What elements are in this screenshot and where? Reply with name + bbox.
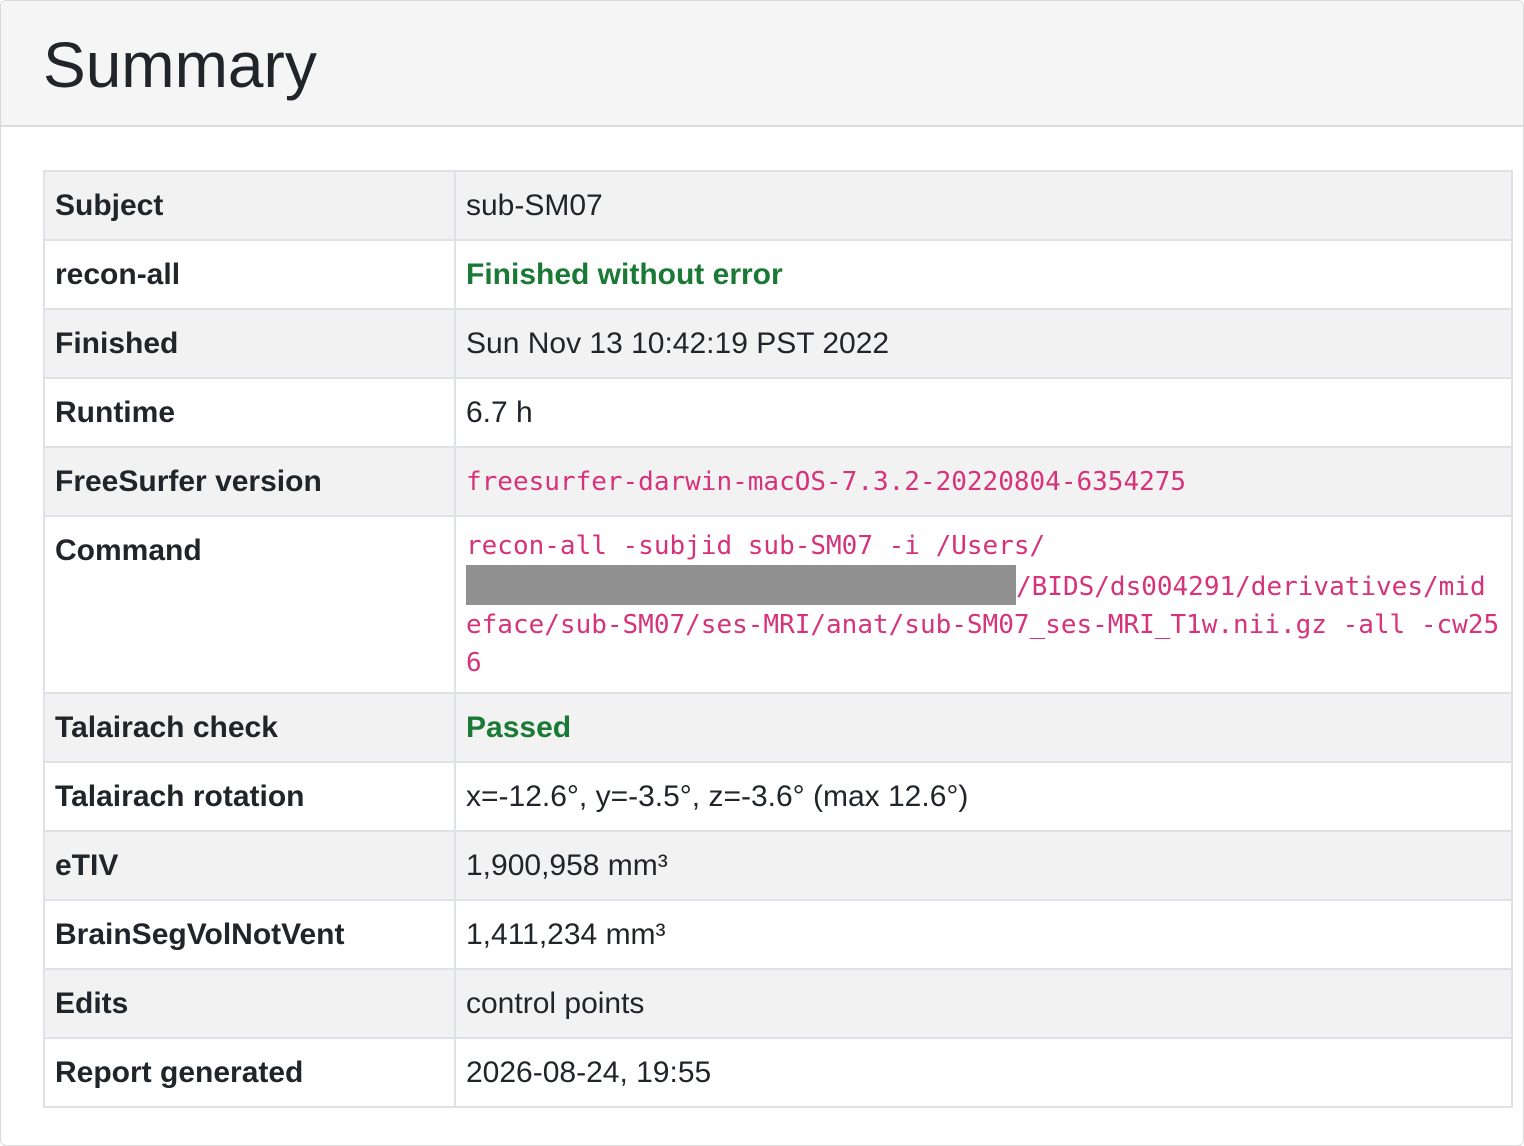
status-success: Finished without error (466, 257, 783, 291)
row-value: sub-SM07 (454, 170, 1513, 241)
row-key: BrainSegVolNotVent (43, 899, 456, 970)
table-row: Talairach check Passed (43, 692, 1513, 763)
row-key: Subject (43, 170, 456, 241)
row-key: Edits (43, 968, 456, 1039)
redaction-block (466, 565, 1016, 605)
command-code: recon-all -subjid sub-SM07 -i /Users//BI… (466, 517, 1501, 692)
table-row: Talairach rotation x=-12.6°, y=-3.5°, z=… (43, 761, 1513, 832)
table-row: Command recon-all -subjid sub-SM07 -i /U… (43, 515, 1513, 694)
row-value: freesurfer-darwin-macOS-7.3.2-20220804-6… (454, 446, 1513, 517)
row-value: 1,900,958 mm³ (454, 830, 1513, 901)
row-key: Command (43, 515, 456, 694)
card-header: Summary (1, 1, 1523, 127)
table-row: FreeSurfer version freesurfer-darwin-mac… (43, 446, 1513, 517)
command-prefix: recon-all -subjid sub-SM07 -i /Users/ (466, 531, 1046, 561)
summary-table: Subject sub-SM07 recon-all Finished with… (43, 170, 1513, 1108)
table-row: Report generated 2026-08-24, 19:55 (43, 1037, 1513, 1108)
table-row: eTIV 1,900,958 mm³ (43, 830, 1513, 901)
row-value: Sun Nov 13 10:42:19 PST 2022 (454, 308, 1513, 379)
table-row: Runtime 6.7 h (43, 377, 1513, 448)
table-row: Edits control points (43, 968, 1513, 1039)
row-value: 6.7 h (454, 377, 1513, 448)
row-key: Runtime (43, 377, 456, 448)
page-title: Summary (43, 29, 317, 101)
summary-card: Summary Subject sub-SM07 recon-all Finis… (0, 0, 1524, 1146)
row-value: Passed (454, 692, 1513, 763)
row-key: recon-all (43, 239, 456, 310)
row-value: 2026-08-24, 19:55 (454, 1037, 1513, 1108)
row-key: Talairach rotation (43, 761, 456, 832)
table-row: BrainSegVolNotVent 1,411,234 mm³ (43, 899, 1513, 970)
row-key: Finished (43, 308, 456, 379)
row-value: control points (454, 968, 1513, 1039)
row-value: recon-all -subjid sub-SM07 -i /Users//BI… (454, 515, 1513, 694)
table-row: recon-all Finished without error (43, 239, 1513, 310)
version-code: freesurfer-darwin-macOS-7.3.2-20220804-6… (466, 467, 1187, 497)
row-value: x=-12.6°, y=-3.5°, z=-3.6° (max 12.6°) (454, 761, 1513, 832)
row-key: FreeSurfer version (43, 446, 456, 517)
table-row: Finished Sun Nov 13 10:42:19 PST 2022 (43, 308, 1513, 379)
row-key: Talairach check (43, 692, 456, 763)
row-value: 1,411,234 mm³ (454, 899, 1513, 970)
status-success: Passed (466, 710, 572, 744)
row-key: Report generated (43, 1037, 456, 1108)
row-value: Finished without error (454, 239, 1513, 310)
row-key: eTIV (43, 830, 456, 901)
table-row: Subject sub-SM07 (43, 170, 1513, 241)
